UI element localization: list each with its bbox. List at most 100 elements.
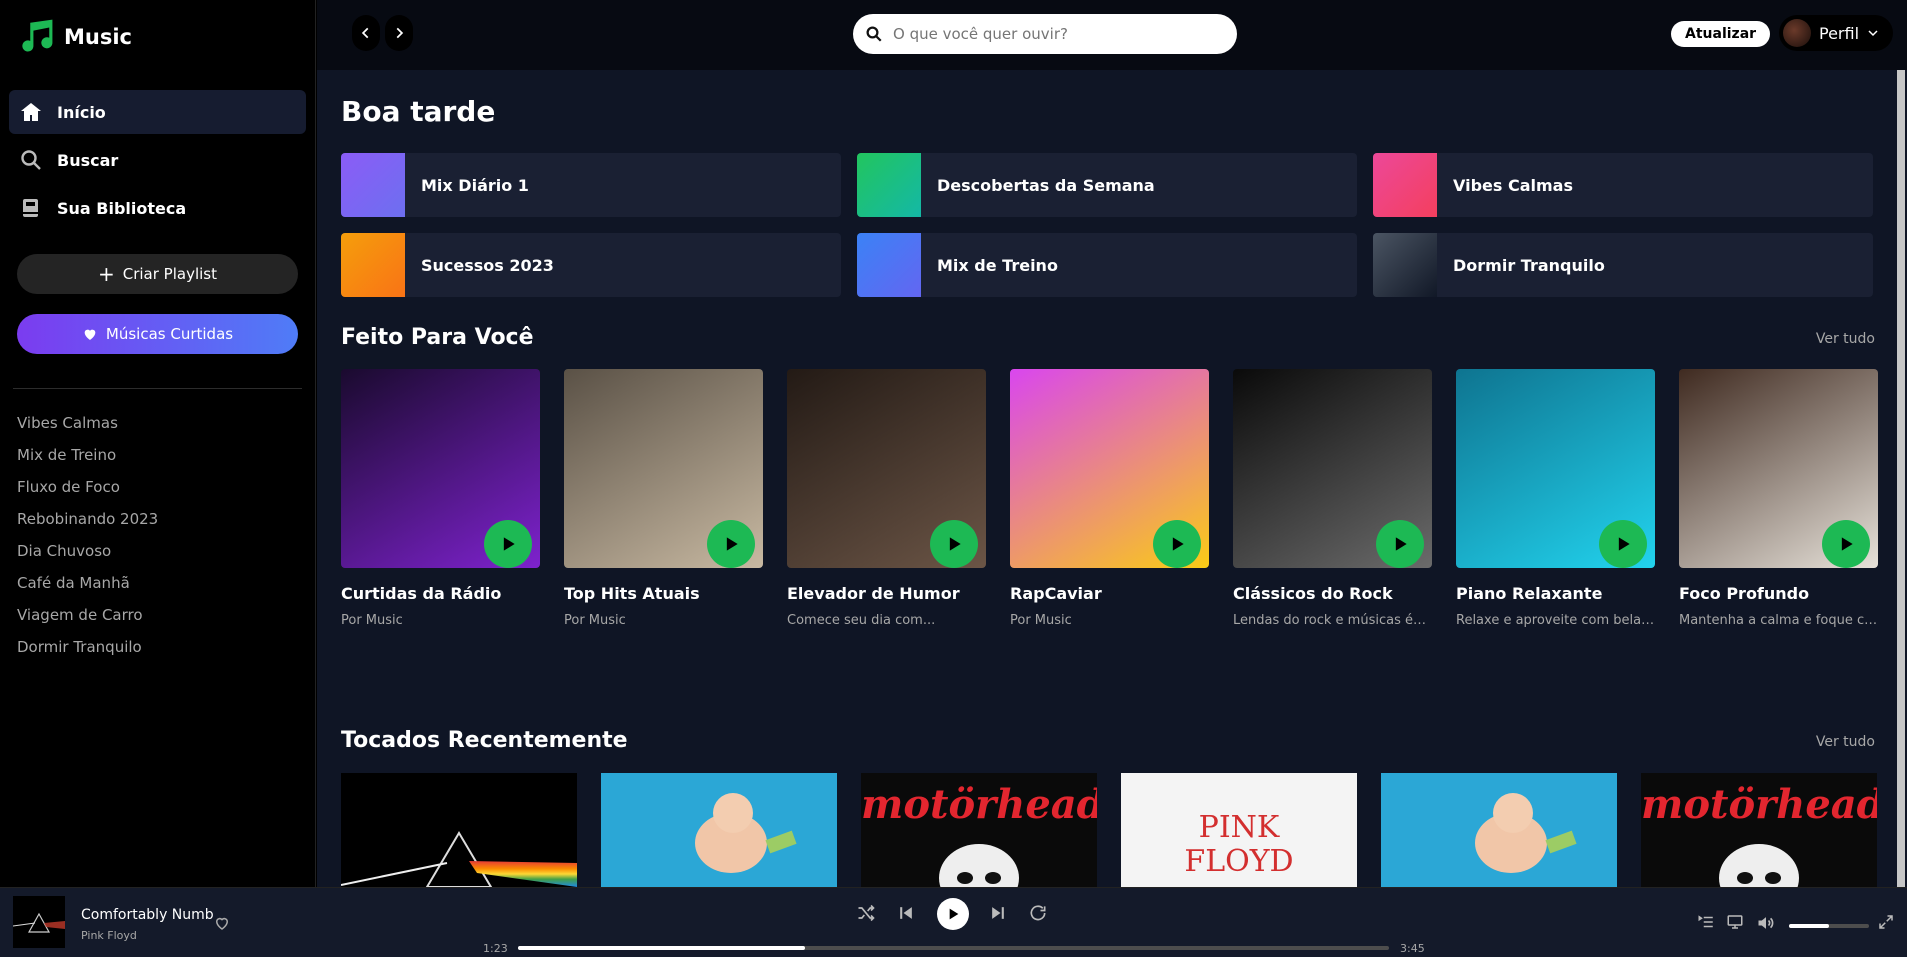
scrollbar[interactable] — [1895, 70, 1907, 887]
back-button[interactable] — [352, 15, 380, 51]
next-button[interactable] — [988, 903, 1008, 923]
quick-pick-card[interactable]: Vibes Calmas — [1373, 153, 1873, 217]
play-icon — [1618, 537, 1630, 551]
like-button[interactable] — [213, 914, 231, 936]
nav-home[interactable]: Início — [9, 90, 306, 134]
playlist-cover — [1679, 369, 1878, 568]
total-time: 3:45 — [1400, 942, 1425, 955]
create-playlist-button[interactable]: + Criar Playlist — [17, 254, 298, 294]
playlist-cover — [341, 369, 540, 568]
playlist-card[interactable]: Clássicos do Rock Lendas do rock e música… — [1233, 369, 1432, 628]
play-icon — [1172, 537, 1184, 551]
scrollbar-thumb[interactable] — [1897, 70, 1905, 887]
card-play-button[interactable] — [930, 520, 978, 568]
card-play-button[interactable] — [1822, 520, 1870, 568]
playlist-item[interactable]: Dia Chuvoso — [17, 535, 298, 567]
quick-pick-thumbnail — [1373, 233, 1437, 297]
elapsed-time: 1:23 — [483, 942, 508, 955]
quick-pick-label: Vibes Calmas — [1453, 175, 1573, 195]
repeat-button[interactable] — [1028, 903, 1048, 923]
nav-library-label: Sua Biblioteca — [57, 198, 187, 218]
nav-search-label: Buscar — [57, 150, 119, 170]
playlist-cover — [1010, 369, 1209, 568]
made-for-you-title: Feito Para Você — [341, 325, 534, 350]
queue-button[interactable] — [1697, 913, 1715, 931]
play-button[interactable] — [937, 898, 969, 930]
nav-search[interactable]: Buscar — [9, 138, 306, 182]
progress-fill — [518, 946, 806, 950]
main-content: Atualizar Perfil Boa tarde Mix Diário 1 D… — [317, 0, 1907, 887]
recently-played-row: motörhead PINK FLOYD motörhead — [341, 773, 1877, 887]
quick-pick-thumbnail — [857, 153, 921, 217]
playlist-item[interactable]: Rebobinando 2023 — [17, 503, 298, 535]
playlist-card[interactable]: Foco Profundo Mantenha a calma e foque co… — [1679, 369, 1878, 628]
update-button[interactable]: Atualizar — [1671, 21, 1771, 47]
playlist-card-subtitle: Mantenha a calma e foque co... — [1679, 613, 1878, 628]
profile-label: Perfil — [1819, 23, 1860, 43]
playlist-card[interactable]: RapCaviar Por Music — [1010, 369, 1209, 628]
card-play-button[interactable] — [1376, 520, 1424, 568]
quick-pick-label: Descobertas da Semana — [937, 175, 1155, 195]
quick-pick-label: Dormir Tranquilo — [1453, 255, 1605, 275]
made-for-you-see-all-link[interactable]: Ver tudo — [1816, 331, 1875, 347]
album-text: PINK FLOYD — [1184, 810, 1294, 879]
volume-slider[interactable] — [1789, 924, 1869, 928]
recent-album-cover[interactable] — [601, 773, 837, 887]
progress-bar[interactable] — [518, 946, 1389, 950]
card-play-button[interactable] — [1153, 520, 1201, 568]
playlist-item[interactable]: Viagem de Carro — [17, 599, 298, 631]
nav-home-label: Início — [57, 102, 106, 122]
now-playing-title[interactable]: Comfortably Numb — [81, 907, 214, 923]
recent-album-cover[interactable]: motörhead — [1641, 773, 1877, 887]
quick-picks-grid: Mix Diário 1 Descobertas da Semana Vibes C… — [341, 153, 1873, 297]
playlist-card[interactable]: Piano Relaxante Relaxe e aproveite com be… — [1456, 369, 1655, 628]
playlist-item[interactable]: Mix de Treino — [17, 439, 298, 471]
playlist-card[interactable]: Elevador de Humor Comece seu dia com... — [787, 369, 986, 628]
playlist-card[interactable]: Curtidas da Rádio Por Music — [341, 369, 540, 628]
app-logo[interactable]: Music — [0, 0, 315, 74]
recent-album-cover[interactable]: PINK FLOYD — [1121, 773, 1357, 887]
volume-fill — [1789, 924, 1829, 928]
top-bar: Atualizar Perfil — [317, 0, 1907, 70]
nav-library[interactable]: Sua Biblioteca — [9, 186, 306, 230]
shuffle-button[interactable] — [856, 903, 876, 923]
skip-back-icon — [900, 907, 912, 919]
now-playing-cover[interactable] — [12, 896, 65, 948]
sidebar-divider — [13, 388, 302, 389]
previous-button[interactable] — [896, 903, 916, 923]
chevron-left-icon — [361, 27, 369, 39]
playlist-item[interactable]: Dormir Tranquilo — [17, 631, 298, 663]
play-icon — [1395, 537, 1407, 551]
devices-button[interactable] — [1726, 913, 1744, 931]
quick-pick-card[interactable]: Dormir Tranquilo — [1373, 233, 1873, 297]
recently-played-see-all-link[interactable]: Ver tudo — [1816, 734, 1875, 750]
quick-pick-card[interactable]: Mix de Treino — [857, 233, 1357, 297]
now-playing-artist[interactable]: Pink Floyd — [81, 929, 137, 942]
play-icon — [503, 537, 515, 551]
search-input[interactable] — [893, 25, 1213, 43]
quick-pick-card[interactable]: Sucessos 2023 — [341, 233, 841, 297]
playlist-item[interactable]: Café da Manhã — [17, 567, 298, 599]
playlist-item[interactable]: Vibes Calmas — [17, 407, 298, 439]
card-play-button[interactable] — [484, 520, 532, 568]
card-play-button[interactable] — [707, 520, 755, 568]
forward-button[interactable] — [385, 15, 413, 51]
quick-pick-card[interactable]: Mix Diário 1 — [341, 153, 841, 217]
recent-album-cover[interactable] — [341, 773, 577, 887]
fullscreen-button[interactable] — [1877, 913, 1895, 931]
playlist-item[interactable]: Fluxo de Foco — [17, 471, 298, 503]
player-bar: Comfortably Numb Pink Floyd 1:23 3:45 — [0, 887, 1907, 957]
app-name: Music — [64, 25, 132, 49]
recent-album-cover[interactable]: motörhead — [861, 773, 1097, 887]
volume-button[interactable] — [1756, 913, 1776, 933]
quick-pick-thumbnail — [341, 153, 405, 217]
search-bar[interactable] — [853, 14, 1237, 54]
play-icon — [1841, 537, 1853, 551]
profile-menu[interactable]: Perfil — [1779, 15, 1893, 51]
playlist-card[interactable]: Top Hits Atuais Por Music — [564, 369, 763, 628]
liked-songs-button[interactable]: Músicas Curtidas — [17, 314, 298, 354]
playlist-cover — [1233, 369, 1432, 568]
recent-album-cover[interactable] — [1381, 773, 1617, 887]
quick-pick-card[interactable]: Descobertas da Semana — [857, 153, 1357, 217]
card-play-button[interactable] — [1599, 520, 1647, 568]
